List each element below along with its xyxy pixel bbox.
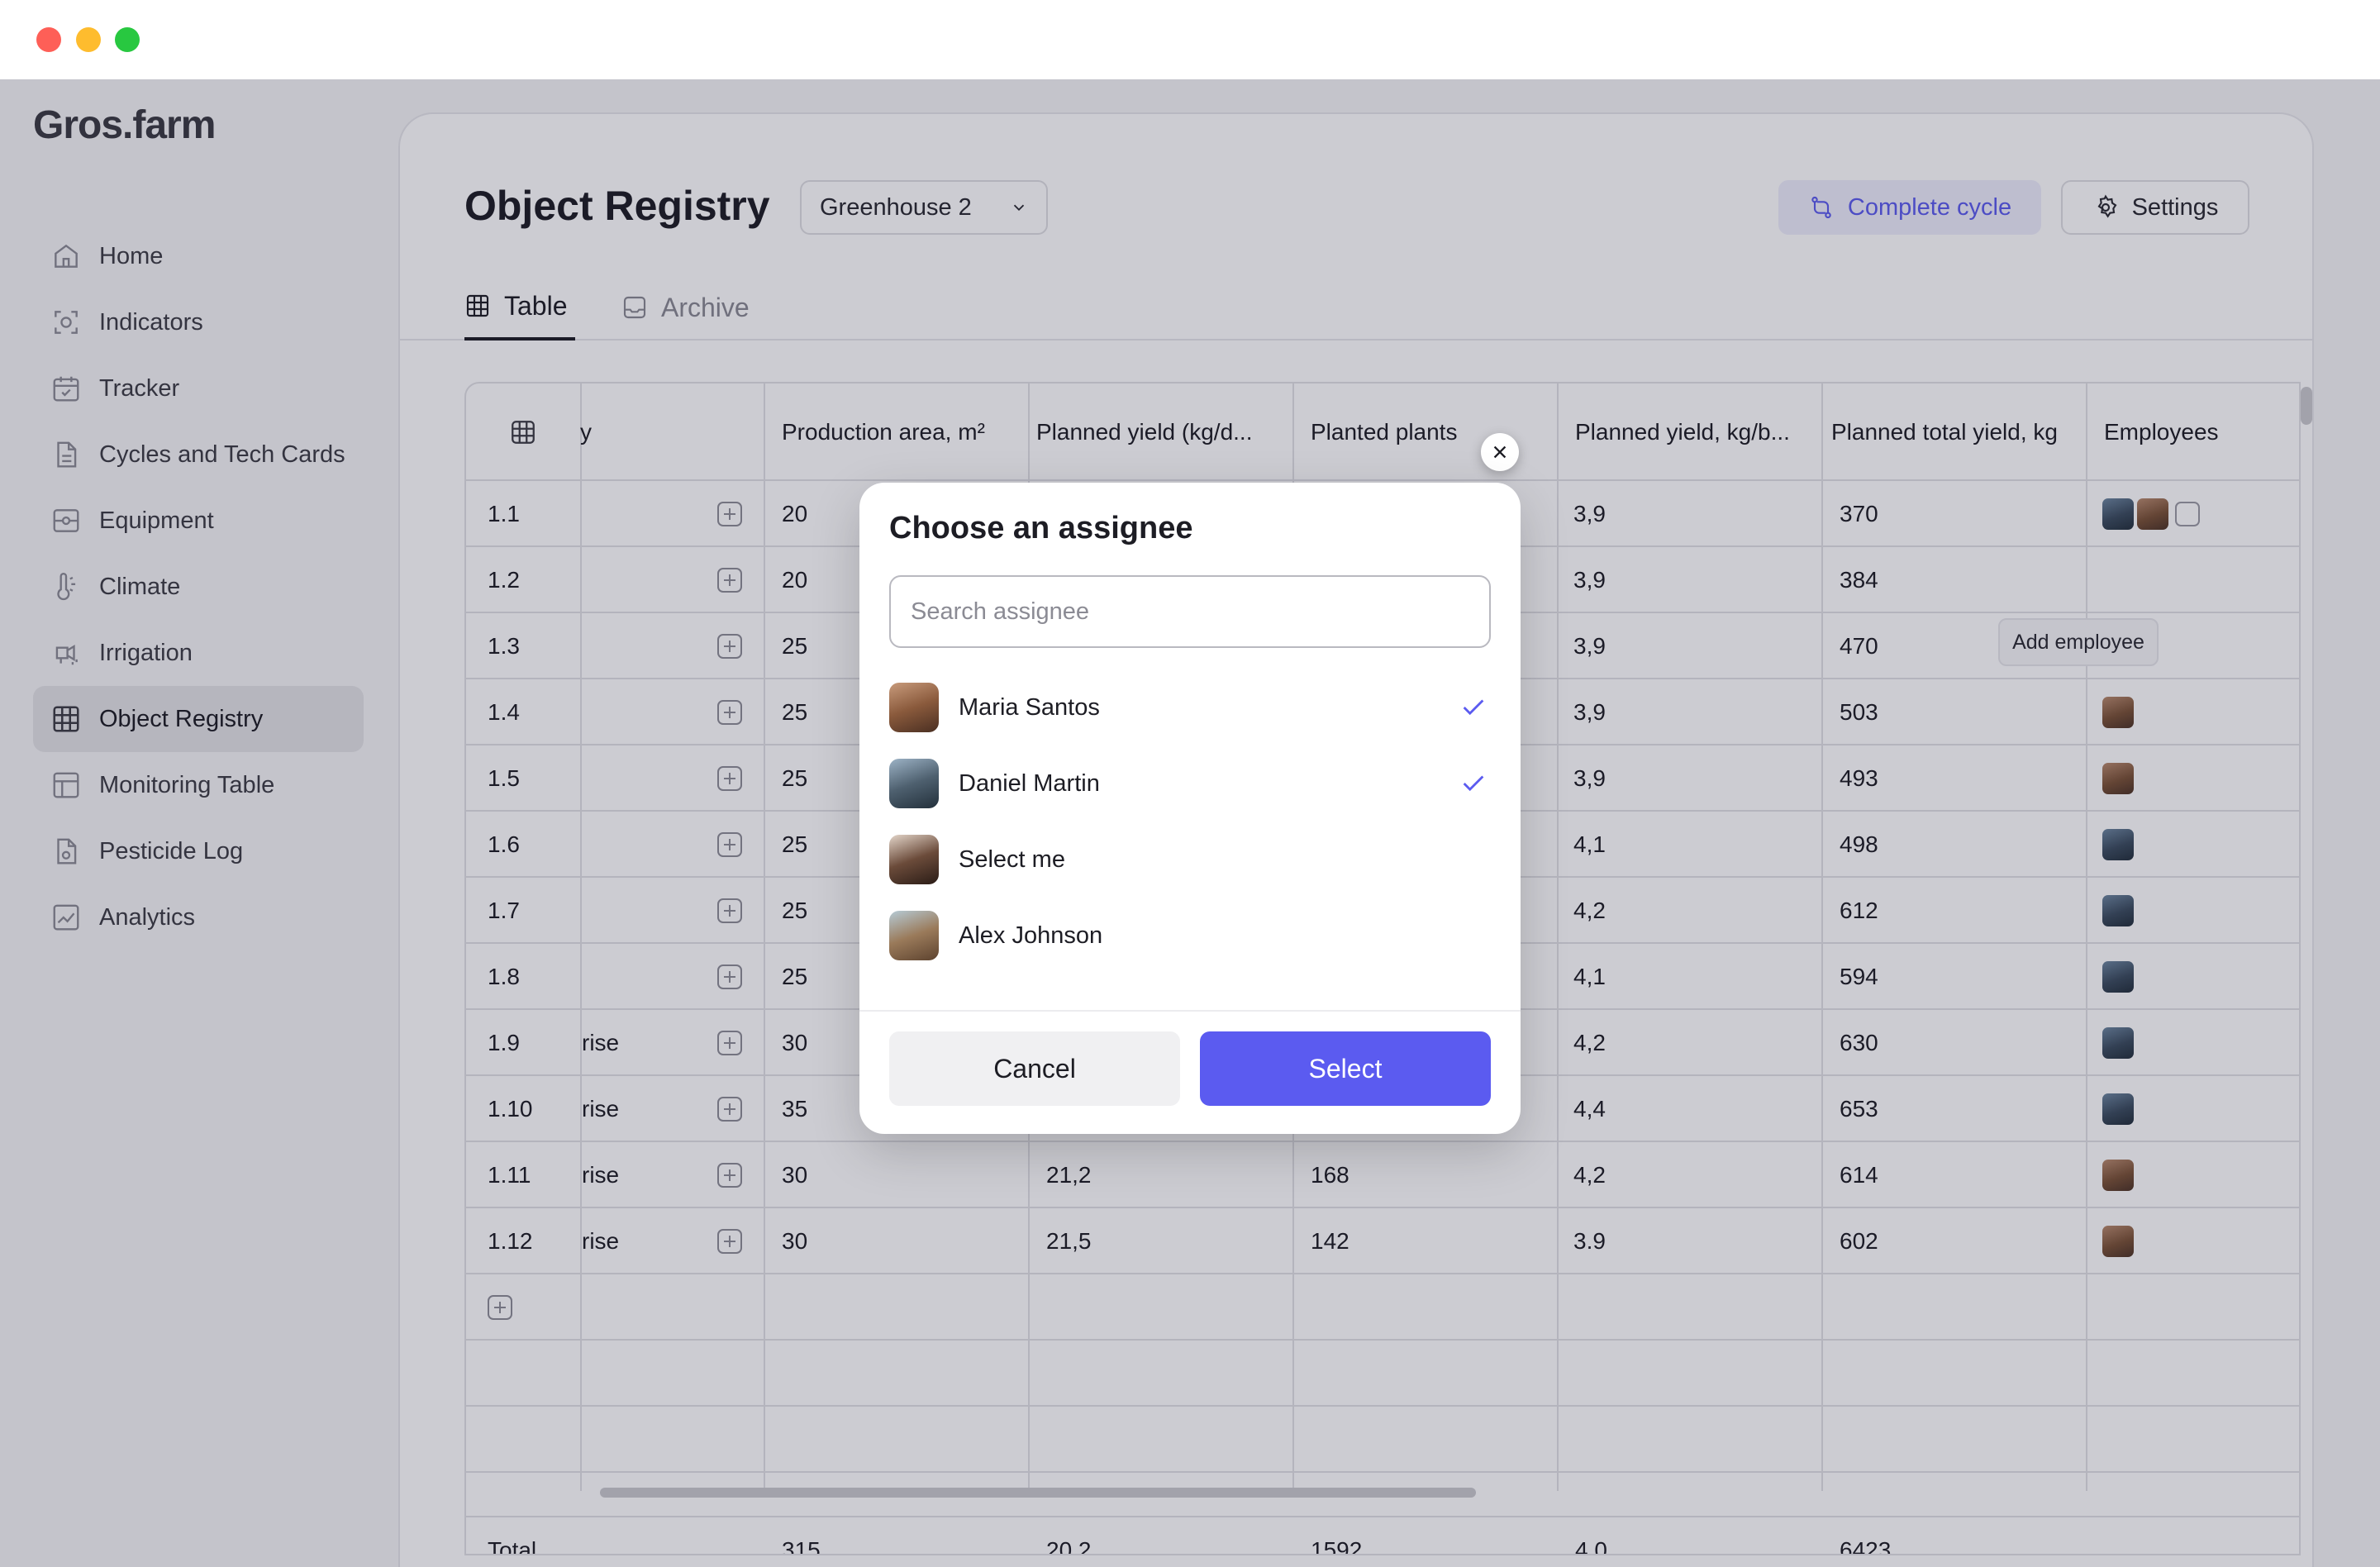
- assignee-name: Alex Johnson: [959, 922, 1103, 949]
- avatar: [889, 759, 939, 808]
- assignee-name: Select me: [959, 845, 1065, 873]
- assignee-name: Maria Santos: [959, 693, 1100, 721]
- cancel-button[interactable]: Cancel: [889, 1031, 1180, 1106]
- select-button[interactable]: Select: [1200, 1031, 1491, 1106]
- minimize-window-button[interactable]: [76, 27, 101, 52]
- modal-title: Choose an assignee: [889, 511, 1193, 545]
- avatar: [889, 835, 939, 884]
- assignee-option[interactable]: Daniel Martin: [889, 757, 1491, 810]
- modal-divider: [859, 1010, 1521, 1012]
- avatar: [889, 683, 939, 732]
- check-icon: [1463, 699, 1484, 716]
- search-assignee-input[interactable]: [889, 575, 1491, 648]
- avatar: [889, 911, 939, 960]
- assignee-option[interactable]: Select me: [889, 833, 1491, 886]
- assignee-option[interactable]: Alex Johnson: [889, 909, 1491, 962]
- close-icon: [1493, 445, 1507, 459]
- assignee-option[interactable]: Maria Santos: [889, 681, 1491, 734]
- check-icon: [1463, 775, 1484, 792]
- assignee-modal: Choose an assignee Maria Santos Daniel M…: [859, 483, 1521, 1134]
- close-window-button[interactable]: [36, 27, 61, 52]
- window-titlebar: [0, 0, 2380, 79]
- assignee-name: Daniel Martin: [959, 769, 1100, 797]
- maximize-window-button[interactable]: [115, 27, 140, 52]
- close-modal-button[interactable]: [1481, 433, 1519, 471]
